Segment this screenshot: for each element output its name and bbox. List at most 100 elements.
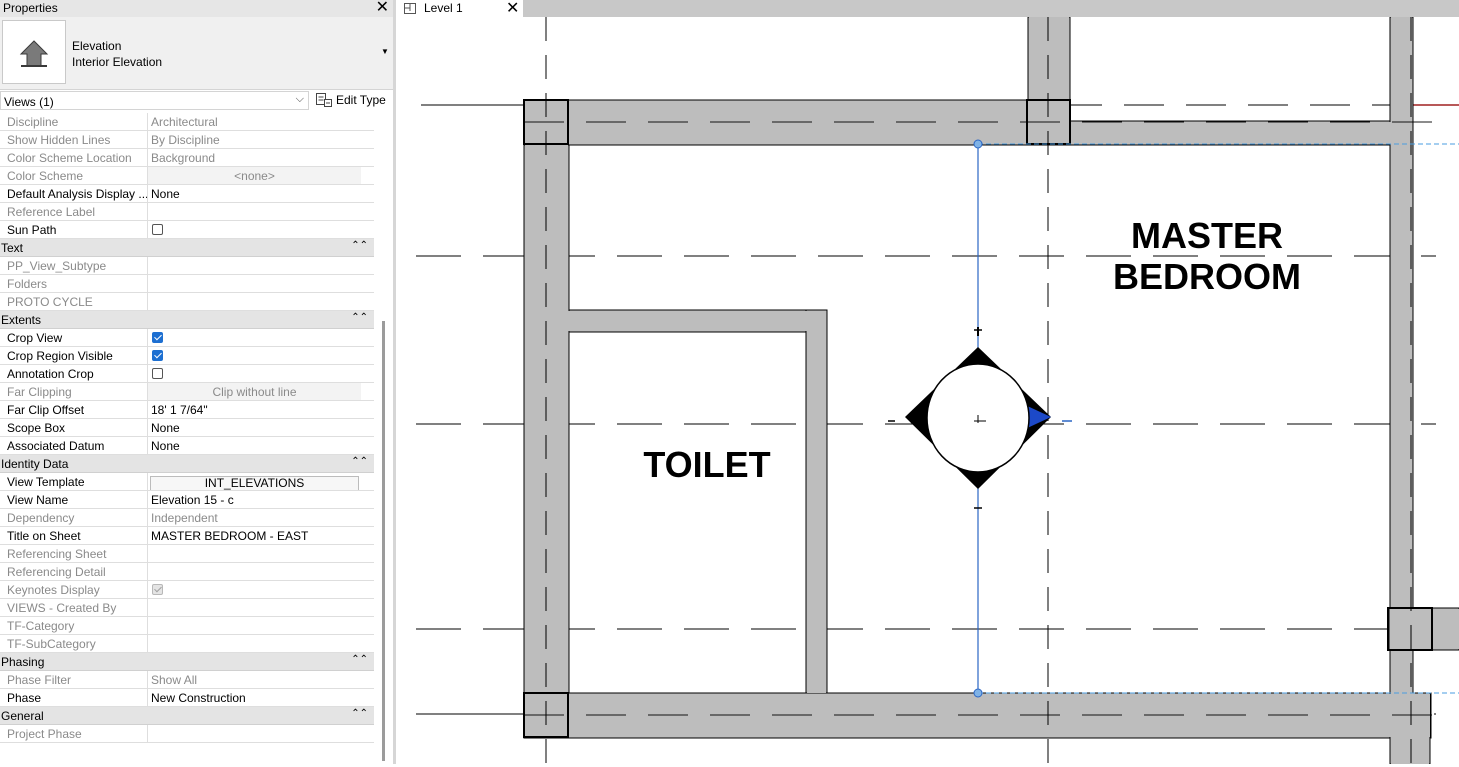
property-value[interactable]: None — [147, 185, 361, 202]
property-name: Title on Sheet — [7, 529, 81, 543]
property-value: Clip without line — [147, 383, 361, 400]
interior-elevation-marker[interactable] — [888, 327, 1072, 509]
property-name: Dependency — [7, 511, 75, 525]
property-row: Far Clipping Clip without line — [0, 383, 374, 401]
room-label-master[interactable]: MASTER — [1131, 215, 1283, 256]
chevron-down-icon[interactable]: ▼ — [381, 47, 389, 56]
property-row: PROTO CYCLE — [0, 293, 374, 311]
property-value — [147, 545, 361, 562]
scrollbar-thumb[interactable] — [382, 321, 385, 761]
section-header[interactable]: Identity Data ⌃⌃ — [0, 455, 374, 473]
property-row: Color Scheme Location Background — [0, 149, 374, 167]
type-name-label: Interior Elevation — [72, 55, 163, 69]
property-row: Dependency Independent — [0, 509, 374, 527]
property-name: Associated Datum — [7, 439, 105, 453]
property-name: Default Analysis Display ... — [7, 187, 147, 201]
close-icon[interactable]: ✕ — [376, 0, 389, 16]
properties-scrollbar[interactable] — [377, 113, 391, 764]
collapse-icon[interactable]: ⌃⌃ — [351, 654, 368, 665]
property-checkbox[interactable] — [152, 368, 163, 379]
section-header[interactable]: Text ⌃⌃ — [0, 239, 374, 257]
property-value[interactable]: Elevation 15 - c — [147, 491, 361, 508]
property-name: PROTO CYCLE — [7, 295, 93, 309]
property-checkbox[interactable] — [152, 350, 163, 361]
property-row: Phase Filter Show All — [0, 671, 374, 689]
property-row: Default Analysis Display ... None — [0, 185, 374, 203]
property-value: Architectural — [147, 113, 361, 130]
room-label-bedroom[interactable]: BEDROOM — [1113, 256, 1301, 297]
property-value — [147, 581, 361, 598]
property-value: Show All — [147, 671, 361, 688]
property-name: Reference Label — [7, 205, 96, 219]
property-row: Crop Region Visible — [0, 347, 374, 365]
property-row: View Name Elevation 15 - c — [0, 491, 374, 509]
property-row: VIEWS - Created By — [0, 599, 374, 617]
view-template-button[interactable]: INT_ELEVATIONS — [150, 476, 359, 490]
property-name: Annotation Crop — [7, 367, 94, 381]
property-value[interactable]: None — [147, 437, 361, 454]
property-name: TF-Category — [7, 619, 75, 633]
property-value — [147, 563, 361, 580]
property-row: Associated Datum None — [0, 437, 374, 455]
collapse-icon[interactable]: ⌃⌃ — [351, 708, 368, 719]
property-value[interactable]: MASTER BEDROOM - EAST — [147, 527, 361, 544]
collapse-icon[interactable]: ⌃⌃ — [351, 456, 368, 467]
property-row: View Template INT_ELEVATIONS — [0, 473, 374, 491]
property-checkbox[interactable] — [152, 332, 163, 343]
property-name: Color Scheme Location — [7, 151, 132, 165]
property-value — [147, 221, 361, 238]
property-value[interactable]: New Construction — [147, 689, 361, 706]
property-row: TF-Category — [0, 617, 374, 635]
property-value — [147, 275, 361, 292]
elevation-arrow-icon — [2, 20, 66, 84]
section-title: General — [1, 709, 44, 723]
property-row: Referencing Sheet — [0, 545, 374, 563]
property-name: View Template — [7, 475, 85, 489]
section-title: Extents — [1, 313, 42, 327]
type-selector[interactable]: Elevation Interior Elevation ▼ — [0, 17, 393, 90]
property-value — [147, 617, 361, 634]
property-checkbox[interactable] — [152, 224, 163, 235]
property-value[interactable]: INT_ELEVATIONS — [147, 473, 361, 490]
property-name: Referencing Sheet — [7, 547, 107, 561]
properties-title-bar: Properties ✕ — [0, 0, 393, 18]
property-name: Crop View — [7, 331, 63, 345]
drawing-canvas[interactable]: MASTER BEDROOM TOILET — [396, 16, 1459, 765]
collapse-icon[interactable]: ⌃⌃ — [351, 312, 368, 323]
property-row: Title on Sheet MASTER BEDROOM - EAST — [0, 527, 374, 545]
property-value — [147, 293, 361, 310]
property-value: Background — [147, 149, 361, 166]
room-label-toilet[interactable]: TOILET — [643, 444, 770, 485]
close-icon[interactable]: ✕ — [506, 0, 519, 18]
tab-level-1[interactable]: Level 1 ✕ — [396, 0, 523, 17]
edit-type-label: Edit Type — [336, 93, 386, 107]
views-filter-dropdown[interactable]: Views (1) ⌵ — [0, 91, 309, 110]
floor-plan-drawing[interactable]: MASTER BEDROOM TOILET — [396, 16, 1459, 765]
edit-type-button[interactable]: Edit Type — [313, 91, 391, 110]
property-value[interactable]: None — [147, 419, 361, 436]
section-title: Text — [1, 241, 24, 255]
edit-type-icon — [316, 93, 332, 107]
property-checkbox — [152, 584, 163, 595]
property-value — [147, 257, 361, 274]
property-name: Crop Region Visible — [7, 349, 113, 363]
property-name: Sun Path — [7, 223, 57, 237]
properties-title: Properties — [3, 1, 58, 15]
property-row: Show Hidden Lines By Discipline — [0, 131, 374, 149]
property-row: Phase New Construction — [0, 689, 374, 707]
property-name: Show Hidden Lines — [7, 133, 111, 147]
collapse-icon[interactable]: ⌃⌃ — [351, 240, 368, 251]
property-value — [147, 599, 361, 616]
section-header[interactable]: Extents ⌃⌃ — [0, 311, 374, 329]
property-row: Color Scheme <none> — [0, 167, 374, 185]
property-value — [147, 347, 361, 364]
section-header[interactable]: Phasing ⌃⌃ — [0, 653, 374, 671]
property-name: Discipline — [7, 115, 59, 129]
property-value[interactable]: 18' 1 7/64" — [147, 401, 361, 418]
property-row: Folders — [0, 275, 374, 293]
section-header[interactable]: General ⌃⌃ — [0, 707, 374, 725]
tab-label: Level 1 — [424, 1, 463, 15]
property-row: Far Clip Offset 18' 1 7/64" — [0, 401, 374, 419]
property-name: Project Phase — [7, 727, 82, 741]
property-name: Color Scheme — [7, 169, 84, 183]
